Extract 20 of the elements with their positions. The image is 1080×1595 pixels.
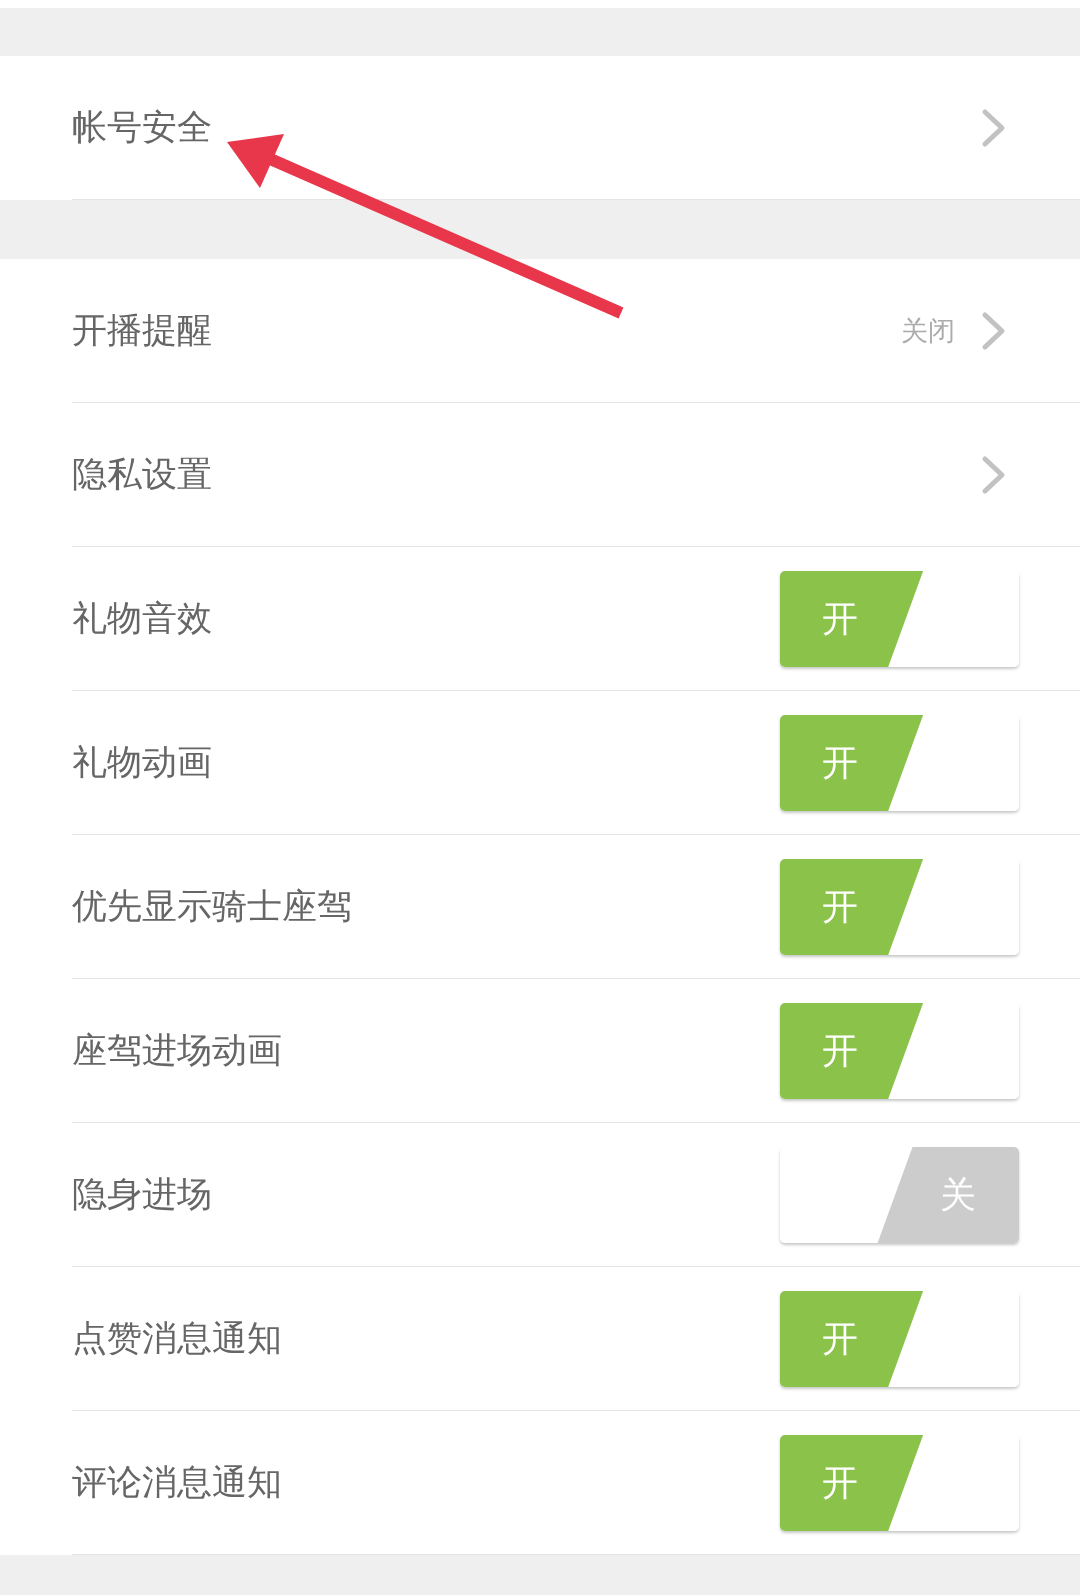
toggle-switch[interactable]: 开 (780, 1290, 1019, 1387)
setting-label: 礼物动画 (72, 743, 212, 782)
toggle-switch[interactable]: 开 (780, 858, 1019, 955)
chevron-right-icon[interactable] (981, 107, 1007, 148)
setting-label: 评论消息通知 (72, 1463, 282, 1502)
setting-label: 礼物音效 (72, 599, 212, 638)
setting-label[interactable]: 隐私设置 (72, 455, 212, 494)
setting-label[interactable]: 帐号安全 (72, 108, 212, 147)
setting-label[interactable]: 开播提醒 (72, 311, 212, 350)
setting-value: 关闭 (901, 315, 955, 346)
toggle-switch[interactable]: 开 (780, 714, 1019, 811)
setting-label: 座驾进场动画 (72, 1031, 282, 1070)
setting-label: 隐身进场 (72, 1175, 212, 1214)
toggle-switch[interactable]: 开 (780, 1434, 1019, 1531)
toggle-switch[interactable]: 开 (780, 1002, 1019, 1099)
setting-label: 优先显示骑士座驾 (72, 887, 352, 926)
setting-label: 点赞消息通知 (72, 1319, 282, 1358)
toggle-switch[interactable]: 开 (780, 570, 1019, 667)
chevron-right-icon[interactable] (981, 454, 1007, 495)
chevron-right-icon[interactable] (981, 310, 1007, 351)
